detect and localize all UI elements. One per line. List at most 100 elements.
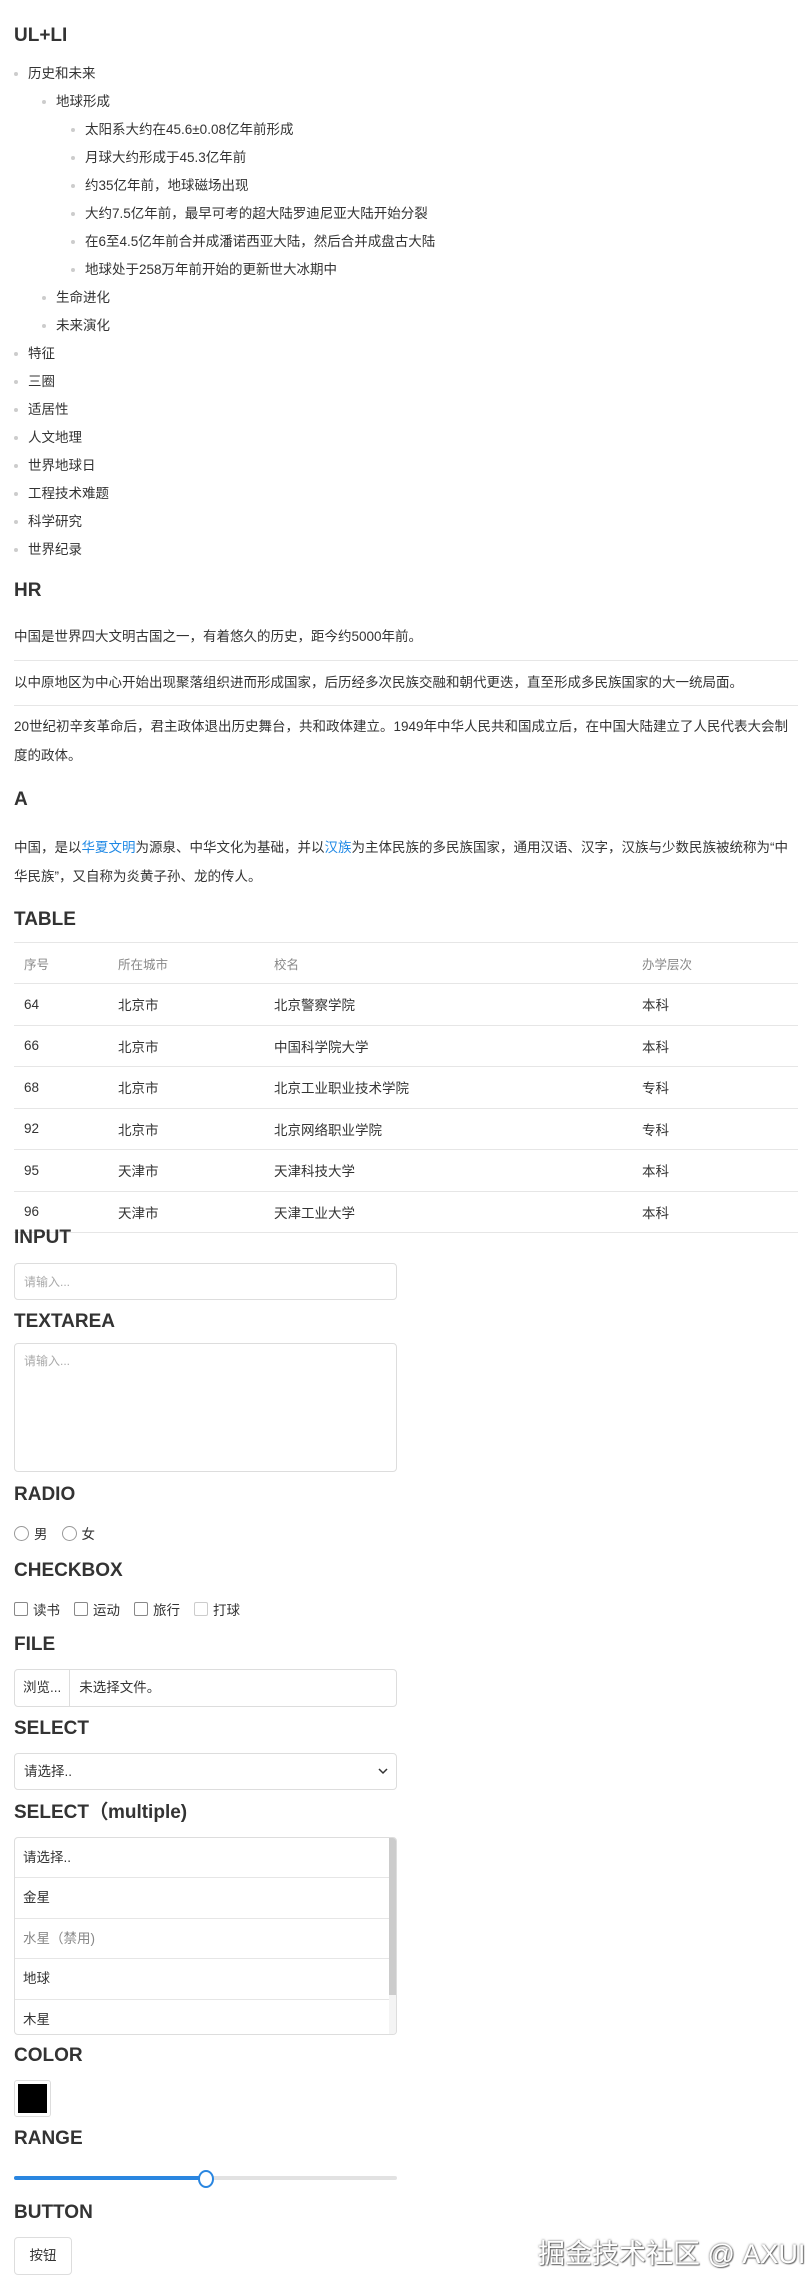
range-fill <box>14 2176 206 2180</box>
table-cell: 68 <box>14 1066 117 1109</box>
checkbox-option[interactable]: 运动 <box>74 1599 120 1619</box>
watermark: 掘金技术社区 @ AXUI <box>538 2239 805 2269</box>
list-item-text: 人文地理 <box>28 430 82 445</box>
table-cell: 北京市 <box>117 983 273 1026</box>
radio-heading: RADIO <box>14 1484 76 1505</box>
radio-circle-icon[interactable] <box>61 1525 77 1541</box>
radio-label: 男 <box>34 1527 48 1542</box>
multi-select[interactable]: 请选择.. 金星 水星（禁用) 地球 木星 <box>14 1837 397 2035</box>
table-cell: 北京市 <box>117 1108 273 1150</box>
file-input[interactable]: 浏览... 未选择文件。 <box>14 1669 397 1707</box>
file-heading: FILE <box>14 1634 56 1655</box>
checkbox-icon[interactable] <box>134 1602 148 1616</box>
list-item: 月球大约形成于45.3亿年前 <box>0 144 435 172</box>
radio-group: 男 女 <box>14 1523 109 1543</box>
text: 中国，是以 <box>14 840 82 855</box>
list-item-text: 在6至4.5亿年前合并成潘诺西亚大陆，然后合并成盘古大陆 <box>85 234 436 249</box>
range-slider[interactable] <box>14 2170 397 2188</box>
checkbox-option[interactable]: 打球 <box>194 1599 240 1619</box>
select-option: 水星（禁用) <box>15 1919 389 1960</box>
table-row: 68 北京市 北京工业职业技术学院 专科 <box>14 1066 798 1109</box>
list-item: 大约7.5亿年前，最早可考的超大陆罗迪尼亚大陆开始分裂 <box>0 200 435 228</box>
select-option[interactable]: 地球 <box>15 1959 389 2000</box>
checkbox-icon[interactable] <box>194 1602 208 1616</box>
checkbox-icon[interactable] <box>14 1602 28 1616</box>
paragraph: 20世纪初辛亥革命后，君主政体退出历史舞台，共和政体建立。1949年中华人民共和… <box>14 719 789 763</box>
input-heading: INPUT <box>14 1227 71 1248</box>
radio-circle-icon[interactable] <box>14 1525 29 1541</box>
scrollbar[interactable] <box>389 1838 396 2034</box>
list-item-text: 世界纪录 <box>28 542 82 557</box>
checkbox-icon[interactable] <box>74 1602 88 1616</box>
link-hanzu[interactable]: 汉族 <box>325 840 352 855</box>
bullet-icon <box>14 72 18 76</box>
table-row: 96 天津市 天津工业大学 本科 <box>14 1191 798 1233</box>
nested-list: 历史和未来 地球形成 太阳系大约在45.6±0.08亿年前形成 月球大约形成于45.3… <box>0 60 435 564</box>
paragraph: 中国是世界四大文明古国之一，有着悠久的历史，距今约5000年前。 <box>14 629 423 644</box>
color-picker[interactable] <box>14 2080 51 2117</box>
color-heading: COLOR <box>14 2045 83 2066</box>
table-cell: 本科 <box>641 1025 798 1067</box>
range-thumb[interactable] <box>197 2170 214 2188</box>
table-cell: 专科 <box>641 1108 798 1150</box>
list-item: 历史和未来 <box>0 60 435 88</box>
text-input[interactable]: 请输入... <box>14 1263 397 1300</box>
radio-male[interactable]: 男 <box>14 1523 48 1543</box>
list-item-text: 历史和未来 <box>28 66 96 81</box>
select-dropdown[interactable]: 请选择.. <box>14 1753 397 1790</box>
checkbox-group: 读书 运动 旅行 打球 <box>14 1599 254 1619</box>
bullet-icon <box>14 548 18 552</box>
table-cell: 本科 <box>641 1191 798 1233</box>
hr-heading: HR <box>14 580 42 601</box>
select-multiple-heading: SELECT（multiple) <box>14 1802 188 1823</box>
link-paragraph: 中国，是以华夏文明为源泉、中华文化为基础，并以汉族为主体民族的多民族国家，通用汉… <box>14 833 799 891</box>
checkbox-label: 读书 <box>33 1603 60 1618</box>
table-cell: 天津科技大学 <box>273 1149 641 1192</box>
list-item-text: 月球大约形成于45.3亿年前 <box>85 150 247 165</box>
checkbox-option[interactable]: 读书 <box>14 1599 60 1619</box>
table-cell: 95 <box>14 1149 117 1192</box>
paragraph: 以中原地区为中心开始出现聚落组织进而形成国家，后历经多次民族交融和朝代更迭，直至… <box>14 675 743 690</box>
column-header: 校名 <box>273 942 641 984</box>
select-option[interactable]: 金星 <box>15 1878 389 1919</box>
table-cell: 天津工业大学 <box>273 1191 641 1233</box>
select-heading: SELECT <box>14 1718 89 1739</box>
radio-female[interactable]: 女 <box>61 1523 96 1543</box>
table-cell: 92 <box>14 1108 117 1150</box>
table-cell: 专科 <box>641 1066 798 1109</box>
bullet-icon <box>42 100 46 104</box>
table-cell: 64 <box>14 983 117 1026</box>
list-item: 特征 <box>0 340 435 368</box>
list-item-text: 三圈 <box>28 374 55 389</box>
list-item-text: 大约7.5亿年前，最早可考的超大陆罗迪尼亚大陆开始分裂 <box>85 206 428 221</box>
bullet-icon <box>14 520 18 524</box>
file-status: 未选择文件。 <box>79 1680 161 1695</box>
scrollbar-thumb[interactable] <box>389 1838 396 1995</box>
demo-button[interactable]: 按钮 <box>14 2237 72 2275</box>
select-option[interactable]: 木星 <box>15 2000 389 2034</box>
column-header: 所在城市 <box>117 942 273 984</box>
textarea[interactable]: 请输入... <box>14 1343 397 1472</box>
list-item: 人文地理 <box>0 424 435 452</box>
radio-label: 女 <box>81 1527 96 1542</box>
browse-button[interactable]: 浏览... <box>15 1670 71 1706</box>
bullet-icon <box>71 240 75 244</box>
list-item: 在6至4.5亿年前合并成潘诺西亚大陆，然后合并成盘古大陆 <box>0 228 435 256</box>
range-heading: RANGE <box>14 2128 83 2149</box>
checkbox-option[interactable]: 旅行 <box>134 1599 180 1619</box>
list-item: 太阳系大约在45.6±0.08亿年前形成 <box>0 116 435 144</box>
ul-heading: UL+LI <box>14 25 68 46</box>
checkbox-label: 打球 <box>213 1603 240 1618</box>
bullet-icon <box>71 184 75 188</box>
textarea-placeholder: 请输入... <box>24 1354 71 1368</box>
list-item-text: 未来演化 <box>56 318 110 333</box>
list-item-text: 生命进化 <box>56 290 110 305</box>
link-huaxia[interactable]: 华夏文明 <box>82 840 136 855</box>
bullet-icon <box>71 128 75 132</box>
table-cell: 北京市 <box>117 1025 273 1067</box>
column-header: 序号 <box>14 942 117 984</box>
list-item-text: 特征 <box>28 346 55 361</box>
bullet-icon <box>14 464 18 468</box>
a-heading: A <box>14 789 28 810</box>
select-option[interactable]: 请选择.. <box>15 1838 389 1879</box>
